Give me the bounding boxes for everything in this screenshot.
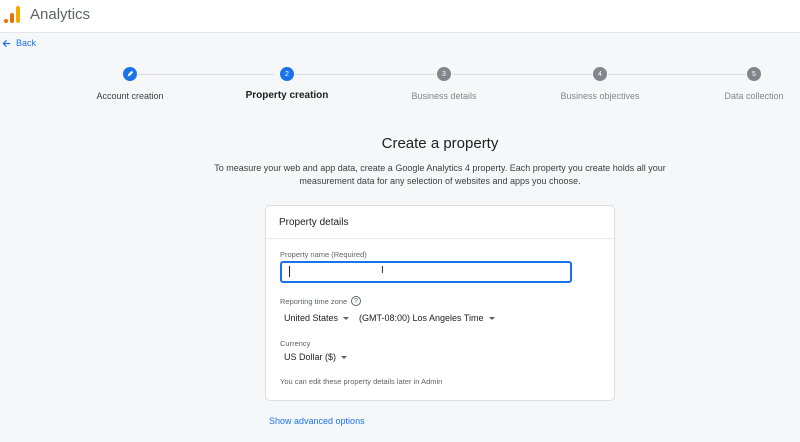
country-dropdown[interactable]: United States xyxy=(284,313,350,323)
timezone-label: Reporting time zone xyxy=(280,297,348,306)
back-label: Back xyxy=(16,38,37,48)
step-4-label: Business objectives xyxy=(560,91,640,101)
currency-label: Currency xyxy=(280,339,311,348)
step-1-label[interactable]: Account creation xyxy=(96,91,163,101)
top-bar: Analytics xyxy=(0,0,800,33)
chevron-down-icon xyxy=(341,355,348,359)
property-name-label: Property name (Required) xyxy=(280,250,367,259)
app-title: Analytics xyxy=(30,6,91,23)
chevron-down-icon xyxy=(343,316,350,320)
arrow-left-icon xyxy=(2,39,11,47)
step-3-indicator: 3 xyxy=(437,67,451,81)
show-advanced-options-link[interactable]: Show advanced options xyxy=(269,416,365,426)
setup-stepper: 2 3 4 5 Account creation Property creati… xyxy=(0,66,800,106)
page-title: Create a property xyxy=(381,135,499,152)
step-2-indicator: 2 xyxy=(280,67,294,81)
text-caret xyxy=(289,266,290,277)
currency-value: US Dollar ($) xyxy=(284,352,337,362)
property-details-card: Property details Property name (Required… xyxy=(265,205,615,401)
chevron-down-icon xyxy=(488,316,495,320)
card-title: Property details xyxy=(266,206,614,239)
country-value: United States xyxy=(284,313,339,323)
step-4-indicator: 4 xyxy=(593,67,607,81)
step-2-label: Property creation xyxy=(245,90,329,101)
timezone-dropdown[interactable]: (GMT-08:00) Los Angeles Time xyxy=(359,313,495,323)
back-button[interactable]: Back xyxy=(2,38,36,48)
timezone-value: (GMT-08:00) Los Angeles Time xyxy=(359,313,484,323)
edit-later-note: You can edit these property details late… xyxy=(280,377,443,386)
help-icon[interactable]: ? xyxy=(351,296,361,306)
step-5-label: Data collection xyxy=(724,91,784,101)
intro-text: To measure your web and app data, create… xyxy=(214,163,666,186)
mouse-ibeam-cursor-icon: I xyxy=(381,265,384,276)
currency-dropdown[interactable]: US Dollar ($) xyxy=(284,352,348,362)
property-name-input[interactable] xyxy=(280,261,572,283)
step-3-label: Business details xyxy=(411,91,477,101)
step-5-indicator: 5 xyxy=(747,67,761,81)
step-1-pencil-icon[interactable] xyxy=(123,67,137,81)
analytics-logo-icon[interactable] xyxy=(4,6,20,23)
